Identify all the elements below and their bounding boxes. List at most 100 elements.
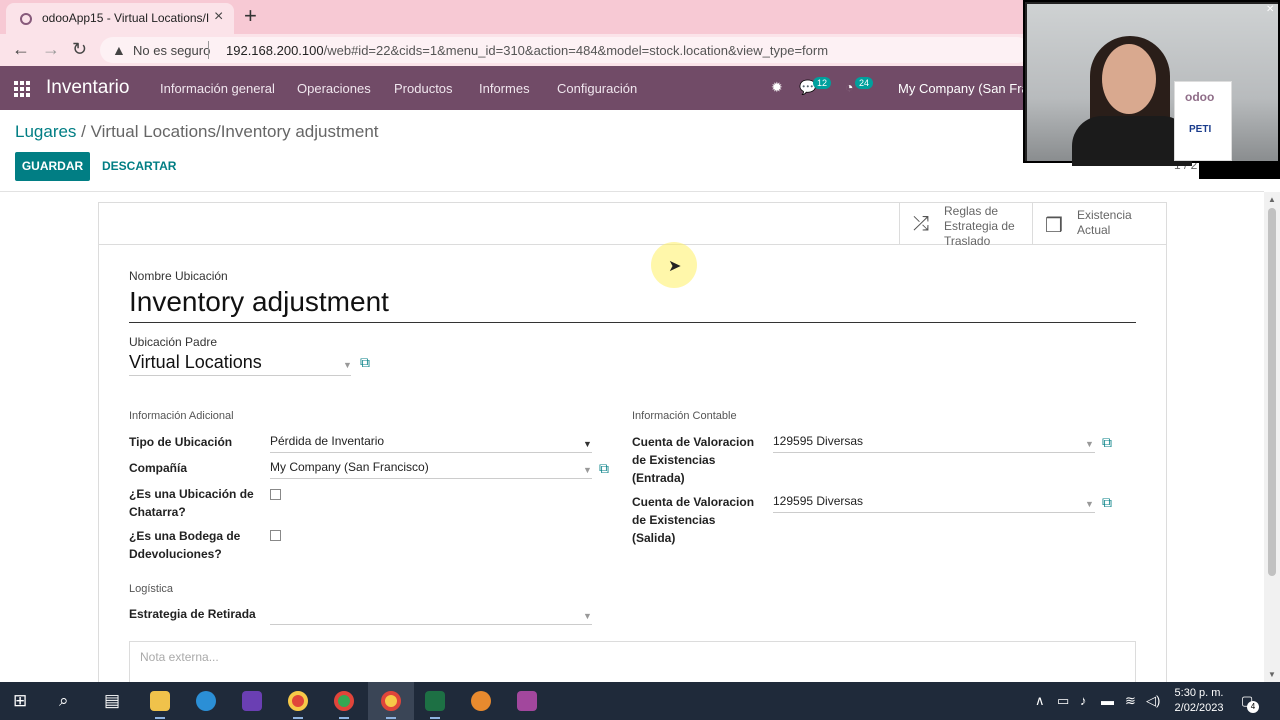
odoo-favicon-icon: [20, 13, 32, 25]
banner-peti-logo: PETI: [1189, 124, 1212, 135]
smart-button-putaway-rules[interactable]: ⤮ Reglas de Estrategia de Traslado: [899, 203, 1032, 248]
location-name-input[interactable]: Inventory adjustment: [129, 286, 1136, 323]
system-clock[interactable]: 5:30 p. m. 2/02/2023: [1170, 686, 1228, 716]
activities-clock-icon[interactable]: ◔: [845, 79, 853, 95]
microphone-icon[interactable]: ♪: [1080, 693, 1087, 708]
presenter-face: [1102, 44, 1156, 114]
valuation-in-label: Cuenta de Valoracion de Existencias (Ent…: [632, 435, 755, 485]
close-tab-icon[interactable]: ×: [214, 8, 223, 26]
chevron-down-icon[interactable]: ▼: [583, 439, 592, 449]
chevron-down-icon[interactable]: ▼: [583, 465, 592, 475]
insecure-label[interactable]: No es seguro: [133, 43, 210, 58]
messages-counter: 12: [813, 77, 832, 89]
external-link-icon[interactable]: ⧉: [1102, 434, 1112, 451]
menu-productos[interactable]: Productos: [394, 81, 453, 96]
volume-icon[interactable]: ◁): [1146, 693, 1160, 709]
browser-tab[interactable]: odooApp15 - Virtual Locations/Ir ×: [6, 3, 234, 34]
chrome-profile-icon[interactable]: [334, 691, 354, 711]
breadcrumb: Lugares / Virtual Locations/Inventory ad…: [15, 122, 379, 142]
menu-configuracion[interactable]: Configuración: [557, 81, 637, 96]
cubes-icon: ❒: [1045, 215, 1063, 237]
parent-location-field[interactable]: Virtual Locations: [129, 352, 351, 376]
menu-operaciones[interactable]: Operaciones: [297, 81, 371, 96]
breadcrumb-current: / Virtual Locations/Inventory adjustment: [76, 122, 379, 141]
url-input[interactable]: ▲ No es seguro 192.168.200.100/web#id=22…: [100, 37, 1030, 63]
url-separator: [208, 41, 209, 59]
app-brand[interactable]: Inventario: [46, 77, 129, 99]
close-icon[interactable]: ✕: [1266, 4, 1274, 15]
banner-odoo-logo: odoo: [1185, 90, 1215, 104]
valuation-out-field[interactable]: 129595 Diversas: [773, 494, 1095, 513]
accounting-info-title: Información Contable: [632, 410, 737, 422]
recording-app-icon[interactable]: [471, 691, 491, 711]
page-scrollbar[interactable]: ▲ ▼: [1264, 192, 1280, 682]
activities-counter: 24: [855, 77, 874, 89]
edge-browser-icon[interactable]: [196, 691, 216, 711]
external-link-icon[interactable]: ⧉: [360, 354, 370, 371]
discard-button[interactable]: DESCARTAR: [102, 159, 176, 173]
chevron-down-icon[interactable]: ▼: [1085, 439, 1094, 449]
excel-icon[interactable]: [425, 691, 445, 711]
file-explorer-icon[interactable]: [150, 691, 170, 711]
smart-button-stock-label: Existencia Actual: [1077, 208, 1132, 237]
company-field[interactable]: My Company (San Francisco): [270, 460, 592, 479]
smart-button-putaway-label: Reglas de Estrategia de Traslado: [944, 204, 1015, 248]
valuation-out-label: Cuenta de Valoracion de Existencias (Sal…: [632, 495, 755, 545]
location-type-value: Pérdida de Inventario: [270, 434, 385, 448]
warning-icon[interactable]: ▲: [112, 42, 126, 58]
search-icon[interactable]: ⌕: [59, 691, 69, 711]
teams-icon[interactable]: [517, 691, 537, 711]
visual-studio-icon[interactable]: [242, 691, 262, 711]
external-link-icon[interactable]: ⧉: [1102, 494, 1112, 511]
new-tab-button[interactable]: +: [244, 3, 257, 29]
url-text[interactable]: 192.168.200.100/web#id=22&cids=1&menu_id…: [226, 43, 828, 58]
url-host: 192.168.200.100: [226, 43, 324, 58]
menu-informes[interactable]: Informes: [479, 81, 530, 96]
chrome-icon[interactable]: [288, 691, 308, 711]
valuation-in-field[interactable]: 129595 Diversas: [773, 434, 1095, 453]
windows-start-icon[interactable]: ⊞: [13, 691, 27, 711]
wifi-icon[interactable]: ≋: [1125, 693, 1136, 709]
scrap-location-label: ¿Es una Ubicación de Chatarra?: [129, 487, 254, 519]
save-button[interactable]: GUARDAR: [15, 152, 90, 181]
return-location-checkbox[interactable]: [270, 530, 281, 541]
removal-strategy-label: Estrategia de Retirada: [129, 607, 256, 621]
webcam-video: odoo PETI: [1027, 4, 1278, 166]
reload-icon[interactable]: ↻: [72, 39, 87, 60]
logistics-title: Logística: [129, 583, 174, 595]
scroll-up-icon[interactable]: ▲: [1268, 195, 1276, 204]
valuation-in-value: 129595 Diversas: [773, 434, 864, 448]
location-type-label: Tipo de Ubicación: [129, 435, 233, 449]
chevron-down-icon[interactable]: ▼: [343, 360, 352, 370]
task-view-icon[interactable]: ▤: [104, 691, 120, 711]
smart-button-current-stock[interactable]: ❒ Existencia Actual: [1032, 203, 1166, 244]
scroll-down-icon[interactable]: ▼: [1268, 670, 1276, 679]
company-switcher[interactable]: My Company (San Franc: [898, 81, 1043, 96]
location-type-select[interactable]: Pérdida de Inventario: [270, 434, 592, 453]
additional-info-title: Información Adicional: [129, 410, 234, 422]
chevron-down-icon[interactable]: ▼: [1085, 499, 1094, 509]
clock-time: 5:30 p. m.: [1174, 687, 1224, 699]
chevron-down-icon[interactable]: ▼: [583, 611, 592, 621]
breadcrumb-lugares[interactable]: Lugares: [15, 122, 76, 141]
roll-up-banner: odoo PETI: [1174, 81, 1232, 161]
return-location-label: ¿Es una Bodega de Ddevoluciones?: [129, 529, 241, 561]
removal-strategy-select[interactable]: [270, 606, 592, 625]
external-link-icon[interactable]: ⧉: [599, 460, 609, 477]
meet-now-icon[interactable]: ▭: [1057, 693, 1069, 709]
tab-title: odooApp15 - Virtual Locations/Ir: [42, 11, 210, 25]
battery-icon[interactable]: ▬: [1101, 693, 1114, 708]
scroll-thumb[interactable]: [1268, 208, 1276, 576]
chrome-active-icon[interactable]: [381, 691, 401, 711]
external-note-field[interactable]: Nota externa...: [129, 641, 1136, 686]
running-indicator: [386, 717, 396, 719]
back-arrow-icon[interactable]: ←: [12, 39, 30, 60]
forward-arrow-icon[interactable]: →: [42, 39, 60, 60]
apps-menu-icon[interactable]: [14, 81, 30, 97]
menu-informacion-general[interactable]: Información general: [160, 81, 275, 96]
tray-chevron-icon[interactable]: ∧: [1035, 693, 1045, 709]
scrap-location-checkbox[interactable]: [270, 489, 281, 500]
parent-location-label: Ubicación Padre: [129, 335, 218, 349]
running-indicator: [155, 717, 165, 719]
debug-bug-icon[interactable]: ✹: [771, 79, 783, 96]
